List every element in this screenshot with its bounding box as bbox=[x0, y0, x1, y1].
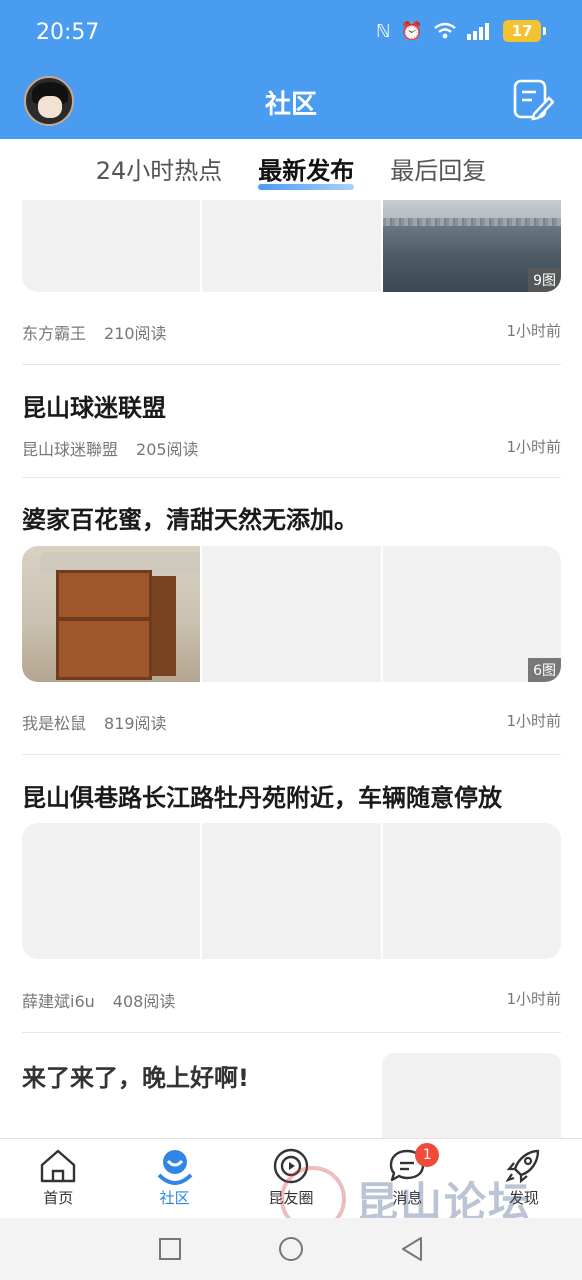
bottom-nav: 首页 社区 昆友圈 消息 1 发现 bbox=[0, 1138, 582, 1218]
post-image[interactable] bbox=[22, 546, 201, 682]
battery-level: 17 bbox=[503, 20, 541, 42]
page-title: 社区 bbox=[264, 90, 317, 120]
post-image[interactable] bbox=[202, 200, 381, 292]
post-reads: 408阅读 bbox=[112, 992, 176, 1011]
divider bbox=[22, 364, 561, 365]
post-image[interactable]: 6图 bbox=[382, 546, 561, 682]
nav-community[interactable]: 社区 bbox=[116, 1139, 232, 1218]
nfc-icon: ℕ bbox=[376, 20, 391, 42]
post-meta: 薛建斌i6u 408阅读 1小时前 bbox=[22, 988, 561, 1012]
feed-tabs: 24小时热点 最新发布 最后回复 bbox=[0, 140, 582, 200]
post-author[interactable]: 薛建斌i6u bbox=[22, 988, 95, 1012]
divider bbox=[22, 754, 561, 755]
post-image[interactable] bbox=[22, 200, 201, 292]
compose-icon[interactable] bbox=[512, 78, 554, 122]
post-image[interactable] bbox=[202, 823, 381, 959]
status-icons: ℕ ⏰ 17 bbox=[376, 20, 546, 42]
nav-messages-label: 消息 bbox=[392, 1189, 423, 1207]
post-title[interactable]: 昆山俱巷路长江路牡丹苑附近，车辆随意停放 bbox=[22, 778, 502, 813]
post-reads: 205阅读 bbox=[136, 440, 199, 459]
post-image[interactable] bbox=[202, 546, 381, 682]
back-icon[interactable] bbox=[400, 1236, 424, 1262]
community-icon bbox=[157, 1150, 193, 1185]
post-feed[interactable]: 9图 东方霸王 210阅读 1小时前 昆山球迷联盟 昆山球迷聯盟 205阅读 1… bbox=[0, 200, 582, 1138]
nav-home[interactable]: 首页 bbox=[0, 1139, 116, 1218]
post-thumbnail[interactable] bbox=[382, 1053, 561, 1138]
post-reads: 819阅读 bbox=[104, 714, 167, 733]
tab-24h-hot[interactable]: 24小时热点 bbox=[96, 140, 223, 200]
post-image[interactable]: 9图 bbox=[382, 200, 561, 292]
divider bbox=[22, 1032, 561, 1033]
alarm-icon: ⏰ bbox=[400, 20, 423, 42]
status-time: 20:57 bbox=[36, 20, 100, 45]
post-time: 1小时前 bbox=[506, 990, 561, 1008]
post-meta: 我是松鼠 819阅读 1小时前 bbox=[22, 710, 561, 734]
recents-icon[interactable] bbox=[158, 1237, 182, 1261]
post-time: 1小时前 bbox=[506, 322, 561, 340]
nav-messages[interactable]: 消息 1 bbox=[349, 1139, 465, 1218]
post-author[interactable]: 昆山球迷聯盟 bbox=[22, 436, 118, 460]
divider bbox=[22, 477, 561, 478]
post-images[interactable]: 9图 bbox=[22, 200, 561, 292]
unread-badge: 1 bbox=[415, 1143, 440, 1167]
post-meta: 东方霸王 210阅读 1小时前 bbox=[22, 320, 561, 344]
system-nav-bar bbox=[0, 1218, 582, 1280]
nav-circle-label: 昆友圈 bbox=[268, 1189, 314, 1207]
nav-discover[interactable]: 发现 bbox=[466, 1139, 582, 1218]
post-image[interactable] bbox=[22, 823, 201, 959]
home-button-icon[interactable] bbox=[278, 1236, 304, 1262]
post-images[interactable] bbox=[22, 823, 561, 959]
signal-icon bbox=[467, 23, 489, 40]
circle-icon bbox=[273, 1148, 309, 1184]
rocket-icon bbox=[505, 1149, 540, 1184]
beehive-photo bbox=[22, 546, 201, 682]
post-time: 1小时前 bbox=[506, 712, 561, 730]
post-images[interactable]: 6图 bbox=[22, 546, 561, 682]
tab-latest-label: 最新发布 bbox=[258, 157, 355, 185]
post-time: 1小时前 bbox=[506, 438, 561, 456]
image-count-badge: 6图 bbox=[528, 658, 561, 682]
post-image[interactable] bbox=[382, 823, 561, 959]
app-header: 20:57 ℕ ⏰ 17 社区 bbox=[0, 0, 582, 139]
wifi-icon bbox=[434, 22, 456, 39]
post-meta: 昆山球迷聯盟 205阅读 1小时前 bbox=[22, 436, 561, 460]
nav-home-label: 首页 bbox=[43, 1189, 74, 1207]
post-title[interactable]: 昆山球迷联盟 bbox=[22, 388, 166, 423]
image-count-badge: 9图 bbox=[528, 268, 561, 292]
tab-latest[interactable]: 最新发布 bbox=[258, 140, 355, 200]
nav-community-label: 社区 bbox=[159, 1189, 190, 1207]
nav-circle[interactable]: 昆友圈 bbox=[233, 1139, 349, 1218]
tab-last-reply[interactable]: 最后回复 bbox=[390, 140, 486, 200]
post-image[interactable] bbox=[382, 1053, 561, 1138]
post-title[interactable]: 婆家百花蜜，清甜天然无添加。 bbox=[22, 500, 358, 535]
post-author[interactable]: 我是松鼠 bbox=[22, 710, 86, 734]
post-author[interactable]: 东方霸王 bbox=[22, 320, 86, 344]
post-reads: 210阅读 bbox=[104, 324, 167, 343]
nav-discover-label: 发现 bbox=[508, 1189, 539, 1207]
home-icon bbox=[41, 1149, 76, 1183]
post-title[interactable]: 来了来了，晚上好啊! bbox=[22, 1058, 249, 1093]
battery-icon: 17 bbox=[503, 20, 546, 42]
tab-active-indicator bbox=[258, 184, 355, 190]
